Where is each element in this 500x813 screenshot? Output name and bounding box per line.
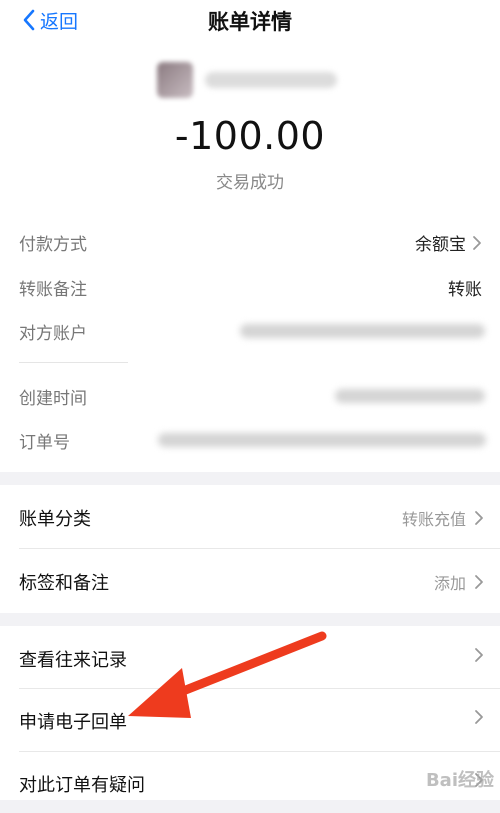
tags-notes-row[interactable]: 标签和备注 添加	[0, 551, 500, 611]
row-separator	[19, 688, 500, 689]
order-number-value-redacted	[158, 433, 486, 447]
counterparty-label: 对方账户	[19, 324, 87, 344]
counterparty-value-redacted	[240, 324, 485, 338]
tags-notes-label: 标签和备注	[19, 573, 109, 594]
section-divider	[19, 362, 128, 363]
view-history-row[interactable]: 查看往来记录	[0, 628, 500, 688]
request-e-receipt-row[interactable]: 申请电子回单	[0, 690, 500, 750]
chevron-right-icon	[475, 648, 483, 662]
row-separator	[19, 751, 500, 752]
payment-method-label: 付款方式	[19, 235, 87, 255]
chevron-right-icon	[475, 511, 483, 525]
page-title: 账单详情	[208, 10, 292, 34]
order-number-label: 订单号	[19, 433, 70, 453]
bill-category-value-wrap: 转账充值	[402, 506, 484, 530]
request-e-receipt-label: 申请电子回单	[19, 712, 127, 733]
view-history-chevron-wrap	[466, 647, 484, 663]
tags-notes-value: 添加	[433, 574, 466, 593]
bill-category-value: 转账充值	[401, 510, 466, 529]
created-time-value-redacted	[335, 389, 485, 403]
row-separator	[19, 548, 500, 549]
tags-notes-value-wrap: 添加	[434, 570, 484, 594]
bill-category-label: 账单分类	[19, 509, 91, 530]
chevron-right-icon	[473, 235, 481, 250]
view-history-label: 查看往来记录	[19, 650, 127, 671]
transfer-note-label: 转账备注	[19, 280, 87, 300]
top-bar: 返回 账单详情	[0, 0, 500, 40]
order-question-label: 对此订单有疑问	[19, 775, 145, 796]
transaction-status: 交易成功	[216, 173, 284, 193]
bill-summary-card: -100.00 交易成功 付款方式 余额宝 转账备注 转账 对方账户 创建时间 …	[0, 40, 500, 472]
counterparty-row: 对方账户	[0, 316, 500, 346]
payee-info	[157, 56, 347, 100]
category-card: 账单分类 转账充值 标签和备注 添加	[0, 485, 500, 613]
transfer-note-row: 转账备注 转账	[0, 272, 500, 302]
payment-method-value: 余额宝	[415, 235, 466, 255]
transaction-amount: -100.00	[174, 114, 326, 158]
payment-method-value-wrap: 余额宝	[415, 230, 482, 255]
request-e-receipt-chevron-wrap	[466, 709, 484, 725]
watermark: Bai经验	[425, 770, 494, 791]
payment-method-row[interactable]: 付款方式 余额宝	[0, 227, 500, 257]
transfer-note-value: 转账	[448, 280, 482, 300]
created-time-label: 创建时间	[19, 389, 87, 409]
payee-name-redacted	[205, 72, 337, 88]
chevron-right-icon	[475, 575, 483, 589]
created-time-row: 创建时间	[0, 381, 500, 411]
order-number-row: 订单号	[0, 425, 500, 455]
payee-avatar	[157, 62, 193, 98]
bill-category-row[interactable]: 账单分类 转账充值	[0, 487, 500, 547]
chevron-right-icon	[475, 710, 483, 724]
